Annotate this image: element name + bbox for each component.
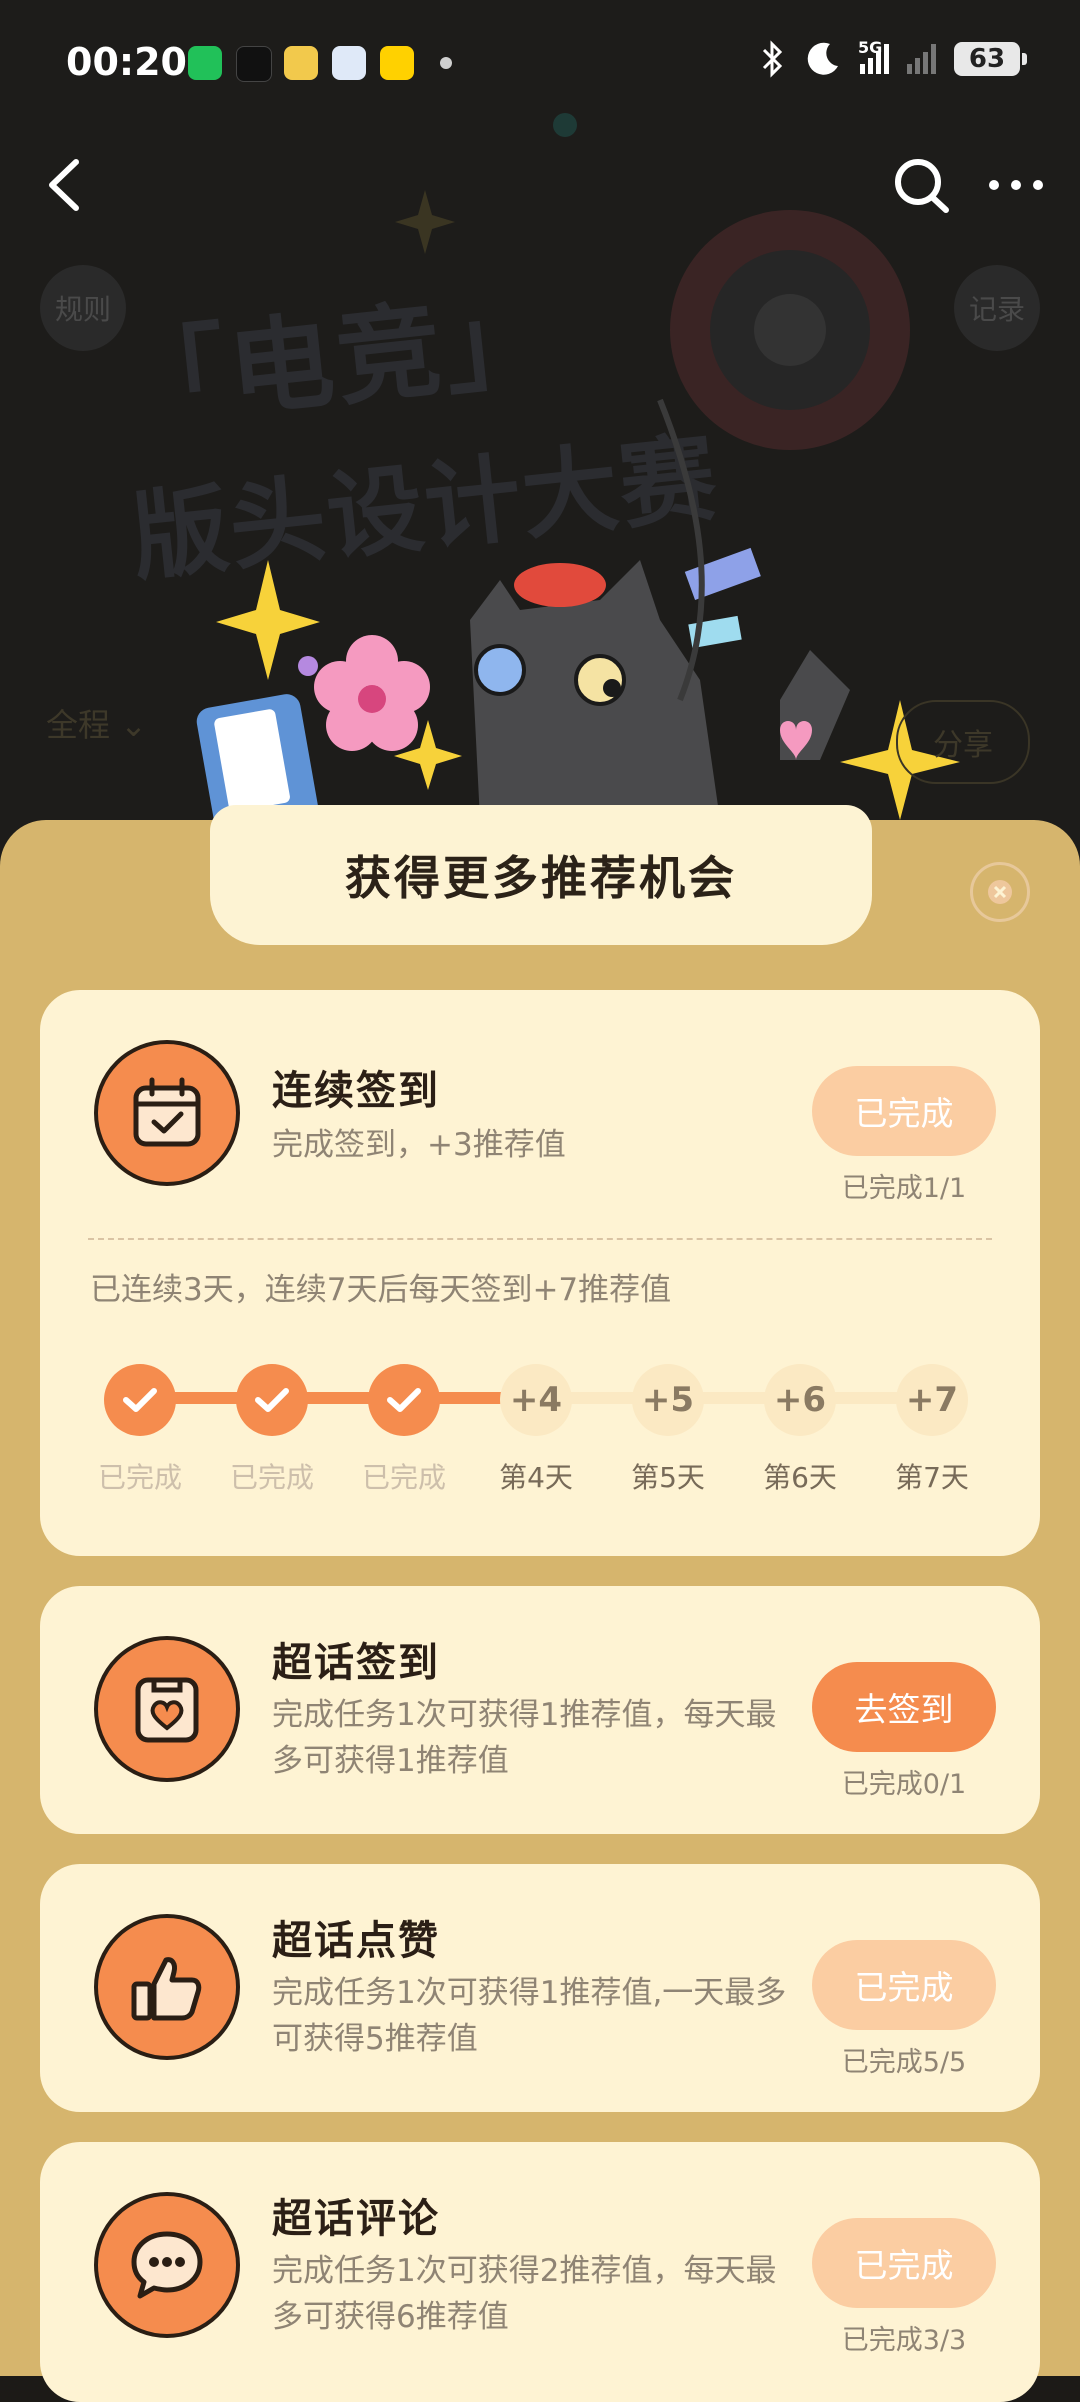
wechat-icon: [188, 46, 222, 80]
filter-dropdown: 全程 ⌄: [46, 706, 147, 744]
streak-progress-filled: [140, 1392, 540, 1404]
task-progress-count: 已完成5/5: [841, 2047, 967, 2078]
task-card-topic-like: 超话点赞 完成任务1次可获得1推荐值,一天最多可获得5推荐值 已完成 已完成5/…: [40, 1864, 1040, 2112]
streak-step-day4: +4: [500, 1364, 572, 1436]
record-button: 记录: [954, 265, 1040, 351]
battery-indicator: 63: [954, 42, 1027, 76]
close-icon: [988, 880, 1012, 904]
check-icon: [387, 1388, 421, 1412]
step-label: 已完成: [97, 1461, 182, 1494]
more-notifications-dot: [440, 57, 452, 69]
step-label: 第7天: [895, 1461, 969, 1494]
task-icon-wrap: [94, 2192, 240, 2338]
streak-progress-track: [540, 1392, 940, 1404]
task-progress-count: 已完成3/3: [841, 2325, 967, 2356]
streak-step-day7: +7: [896, 1364, 968, 1436]
task-icon-wrap: [94, 1636, 240, 1782]
task-title: 超话点赞: [272, 1918, 440, 1964]
bluetooth-icon: [762, 40, 783, 78]
comment-bubble-icon: [131, 2231, 203, 2299]
task-done-button[interactable]: 已完成: [812, 1066, 996, 1156]
task-title: 超话评论: [272, 2196, 440, 2242]
close-sheet-button[interactable]: [970, 862, 1030, 922]
task-done-button[interactable]: 已完成: [812, 1940, 996, 2030]
calendar-check-icon: [133, 1077, 201, 1147]
step-label: 第6天: [763, 1461, 837, 1494]
heart-clipboard-icon: [135, 1677, 199, 1743]
task-title: 连续签到: [272, 1068, 440, 1114]
task-description: 完成签到，+3推荐值: [272, 1127, 566, 1163]
streak-step-day5: +5: [632, 1364, 704, 1436]
rules-button: 规则: [40, 265, 126, 351]
weibo-icon: [284, 46, 318, 80]
task-card-topic-comment: 超话评论 完成任务1次可获得2推荐值，每天最多可获得6推荐值 已完成 已完成3/…: [40, 2142, 1040, 2402]
network-type: 5G: [858, 38, 883, 57]
status-time: 00:20: [66, 40, 187, 84]
streak-info: 已连续3天，连续7天后每天签到+7推荐值: [90, 1272, 672, 1308]
task-title: 超话签到: [272, 1640, 440, 1686]
go-checkin-button[interactable]: 去签到: [812, 1662, 996, 1752]
share-button: 分享: [896, 700, 1030, 784]
task-description: 完成任务1次可获得2推荐值，每天最多可获得6推荐值: [272, 2253, 777, 2335]
task-card-topic-checkin: 超话签到 完成任务1次可获得1推荐值，每天最多可获得1推荐值 去签到 已完成0/…: [40, 1586, 1040, 1834]
back-arrow-icon[interactable]: [36, 150, 96, 220]
task-description: 完成任务1次可获得1推荐值，每天最多可获得1推荐值: [272, 1697, 777, 1779]
streak-step-day3: [368, 1364, 440, 1436]
step-label: 已完成: [229, 1461, 314, 1494]
task-icon-wrap: [94, 1040, 240, 1186]
tiktok-icon: [236, 46, 272, 82]
streak-step-day1: [104, 1364, 176, 1436]
task-icon-wrap: [94, 1914, 240, 2060]
task-card-consecutive-checkin: 连续签到 完成签到，+3推荐值 已完成 已完成1/1 已连续3天，连续7天后每天…: [40, 990, 1040, 1556]
signal-5g-icon: 5G: [858, 38, 889, 74]
dashed-divider: [88, 1238, 992, 1240]
step-label: 已完成: [361, 1461, 446, 1494]
status-bar: 00:20 5G 63: [0, 0, 1080, 130]
meituan-icon: [380, 46, 414, 80]
check-icon: [123, 1388, 157, 1412]
task-done-button[interactable]: 已完成: [812, 2218, 996, 2308]
signal-sim2-icon: [907, 44, 936, 74]
check-icon: [255, 1388, 289, 1412]
task-description: 完成任务1次可获得1推荐值,一天最多可获得5推荐值: [272, 1975, 787, 2057]
sheet-title: 获得更多推荐机会: [210, 805, 872, 945]
moon-icon: [807, 42, 838, 75]
task-progress-count: 已完成0/1: [841, 1769, 967, 1800]
more-options-icon[interactable]: [986, 168, 1046, 202]
streak-step-day6: +6: [764, 1364, 836, 1436]
step-label: 第4天: [499, 1461, 573, 1494]
step-label: 第5天: [631, 1461, 705, 1494]
streak-step-day2: [236, 1364, 308, 1436]
thumbs-up-icon: [131, 1957, 202, 2021]
navigation-app-icon: [332, 46, 366, 80]
search-icon[interactable]: [890, 150, 954, 220]
task-progress-count: 已完成1/1: [841, 1173, 967, 1204]
